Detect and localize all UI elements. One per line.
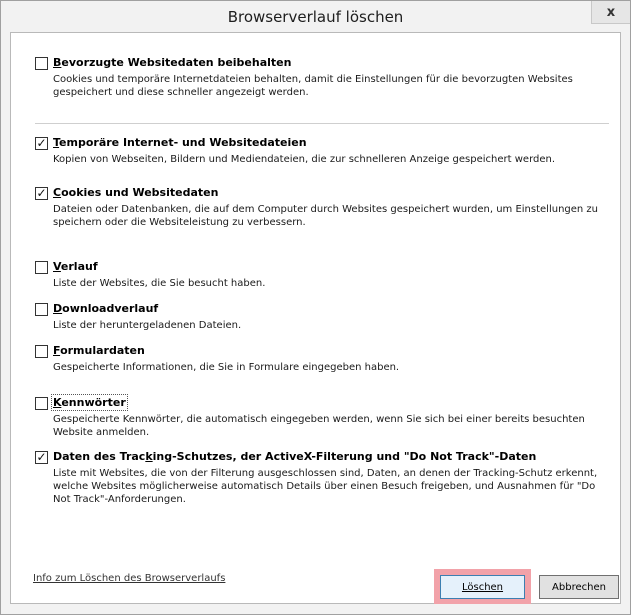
delete-browsing-history-dialog: Browserverlauf löschen x Bevorzugte Webs… [0,0,631,615]
option-description: Liste der Websites, die Sie besucht habe… [53,278,266,289]
option-title: Downloadverlauf [53,302,159,315]
checkbox-form-data[interactable] [35,345,48,358]
option-description: Dateien oder Datenbanken, die auf dem Co… [53,204,599,228]
option-description: Liste mit Websites, die von der Filterun… [53,468,598,505]
checkbox-temp-files[interactable]: ✓ [35,137,48,150]
option-description: Gespeicherte Kennwörter, die automatisch… [53,414,585,438]
option-description: Cookies und temporäre Internetdateien be… [53,74,573,98]
checkbox-passwords[interactable] [35,397,48,410]
option-description: Gespeicherte Informationen, die Sie in F… [53,362,400,373]
option-title: Formulardaten [53,344,145,357]
option-description: Liste der heruntergeladenen Dateien. [53,320,242,331]
cancel-button-label: Abbrechen [552,581,606,593]
close-button[interactable]: x [591,1,630,24]
option-description: Kopien von Webseiten, Bildern und Medien… [53,154,556,165]
checkbox-tracking-data[interactable]: ✓ [35,451,48,464]
checkbox-history[interactable] [35,261,48,274]
title-bar: Browserverlauf löschen x [1,1,630,32]
options-panel: Bevorzugte Websitedaten beibehalten Cook… [10,32,621,604]
option-title: Kennwörter [51,394,128,411]
option-title: Cookies und Websitedaten [53,186,219,199]
option-title: Verlauf [53,260,98,273]
option-title: Bevorzugte Websitedaten beibehalten [53,56,292,69]
option-title: Daten des Tracking-Schutzes, der ActiveX… [53,450,537,463]
close-icon: x [606,4,616,20]
checkbox-cookies[interactable]: ✓ [35,187,48,200]
cancel-button[interactable]: Abbrechen [539,575,619,599]
option-title: Temporäre Internet- und Websitedateien [53,136,307,149]
checkbox-download-history[interactable] [35,303,48,316]
delete-button[interactable]: Löschen [440,575,525,599]
separator [35,123,609,124]
checkbox-preserve-favorites[interactable] [35,57,48,70]
delete-button-label: Löschen [461,581,504,593]
dialog-title: Browserverlauf löschen [227,8,404,26]
info-link[interactable]: Info zum Löschen des Browserverlaufs [33,573,225,584]
